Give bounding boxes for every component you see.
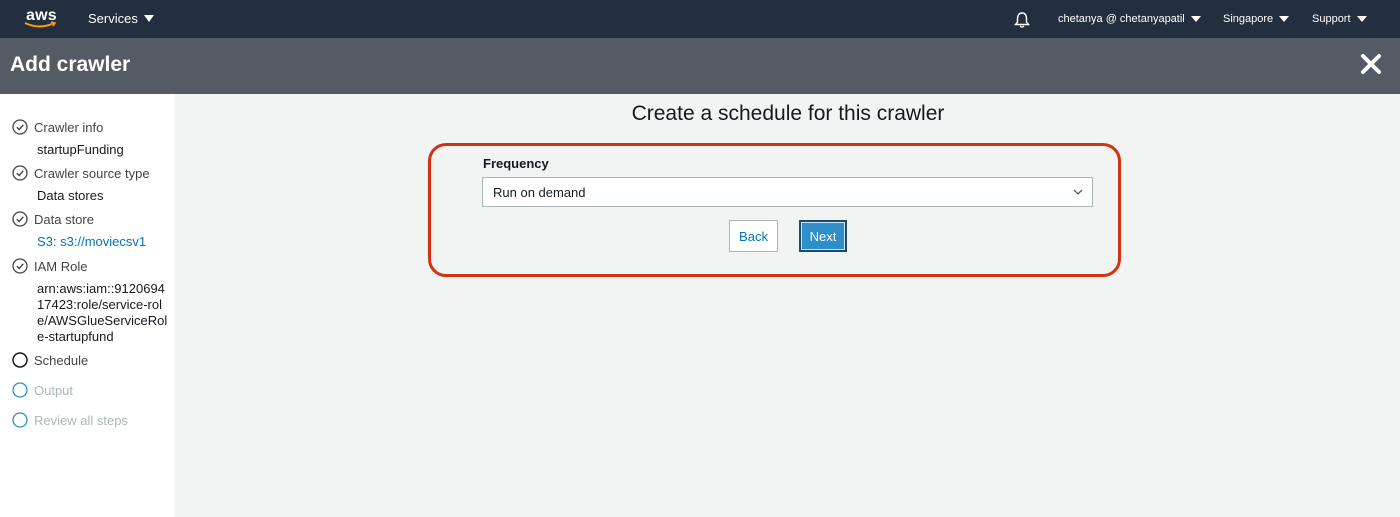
chevron-down-icon — [1073, 189, 1083, 195]
step-label: Review all steps — [34, 412, 128, 428]
account-label: chetanya @ chetanyapatil — [1058, 13, 1185, 25]
page-header: Add crawler — [0, 38, 1400, 94]
frequency-select[interactable]: Run on demand — [482, 177, 1093, 207]
wizard-steps-sidebar: Crawler info startupFunding Crawler sour… — [0, 94, 175, 517]
step-output: Output — [12, 382, 73, 398]
step-data-store[interactable]: Data store — [12, 211, 94, 227]
frequency-selected-value: Run on demand — [493, 185, 586, 200]
services-menu[interactable]: Services — [88, 11, 154, 26]
close-icon[interactable] — [1360, 53, 1382, 75]
check-circle-icon — [12, 165, 28, 181]
check-circle-icon — [12, 258, 28, 274]
account-menu[interactable]: chetanya @ chetanyapatil — [1058, 13, 1201, 25]
next-button[interactable]: Next — [799, 220, 847, 252]
circle-icon — [12, 412, 28, 428]
region-label: Singapore — [1223, 13, 1274, 25]
step-label: Crawler info — [34, 119, 104, 135]
step-crawler-source-type[interactable]: Crawler source type — [12, 165, 150, 181]
aws-smile-icon — [24, 21, 57, 28]
step-label: Crawler source type — [34, 165, 150, 181]
step-review-all-steps: Review all steps — [12, 412, 128, 428]
section-title: Create a schedule for this crawler — [631, 102, 945, 125]
services-label: Services — [88, 11, 138, 26]
bell-icon[interactable] — [1013, 11, 1031, 34]
frequency-label: Frequency — [483, 156, 549, 171]
caret-down-icon — [1356, 16, 1367, 22]
circle-icon — [12, 382, 28, 398]
check-circle-icon — [12, 119, 28, 135]
region-menu[interactable]: Singapore — [1223, 13, 1290, 25]
step-schedule[interactable]: Schedule — [12, 352, 88, 368]
step-value: Data stores — [37, 188, 104, 203]
step-iam-role[interactable]: IAM Role — [12, 258, 87, 274]
top-nav: aws Services chetanya @ chetanyapatil Si… — [0, 0, 1400, 38]
back-button[interactable]: Back — [729, 220, 778, 252]
check-circle-icon — [12, 211, 28, 227]
step-value: arn:aws:iam::912069417423:role/service-r… — [37, 281, 168, 344]
step-label: Schedule — [34, 352, 89, 368]
step-label: Data store — [34, 211, 94, 227]
page-title: Add crawler — [10, 53, 131, 76]
caret-down-icon — [143, 15, 154, 22]
step-label: Output — [34, 382, 74, 398]
step-label: IAM Role — [34, 258, 88, 274]
step-crawler-info[interactable]: Crawler info — [12, 119, 103, 135]
aws-logo[interactable]: aws — [22, 6, 62, 32]
support-label: Support — [1312, 13, 1351, 25]
step-value: startupFunding — [37, 142, 124, 157]
caret-down-icon — [1279, 16, 1290, 22]
step-value-link[interactable]: S3: s3://moviecsv1 — [37, 234, 172, 250]
support-menu[interactable]: Support — [1312, 13, 1367, 25]
caret-down-icon — [1190, 16, 1201, 22]
circle-icon — [12, 352, 28, 368]
